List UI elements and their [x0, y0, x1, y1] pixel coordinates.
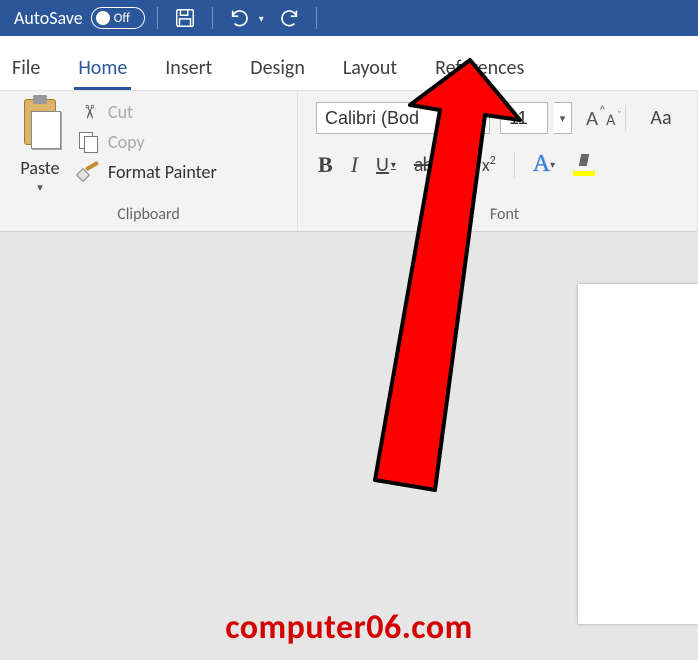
paste-icon	[17, 99, 63, 153]
autosave-state: Off	[114, 11, 130, 26]
ribbon-tabs: File Home Insert Design Layout Reference…	[0, 36, 698, 90]
text-effects-icon: A	[533, 151, 550, 178]
highlight-pen-icon	[577, 154, 591, 170]
font-name-combo[interactable]	[316, 102, 466, 134]
document-workspace	[0, 232, 698, 660]
clipboard-group-label: Clipboard	[12, 202, 285, 229]
title-bar: AutoSave Off ▾	[0, 0, 698, 36]
paste-dropdown-caret[interactable]: ▾	[37, 181, 43, 194]
cut-button[interactable]: ✂ Cut	[78, 101, 217, 123]
superscript-button[interactable]: x2	[482, 154, 496, 176]
watermark-text: computer06.com	[0, 607, 698, 648]
format-painter-label: Format Painter	[108, 161, 217, 183]
qat-divider	[316, 7, 317, 29]
tab-references[interactable]: References	[433, 52, 526, 90]
text-effects-button[interactable]: A ▾	[533, 151, 555, 178]
copy-button[interactable]: Copy	[78, 131, 217, 153]
group-clipboard: Paste ▾ ✂ Cut Copy Form	[0, 91, 298, 231]
tab-design[interactable]: Design	[248, 52, 307, 90]
copy-icon	[78, 132, 100, 152]
tab-file[interactable]: File	[10, 52, 42, 90]
toggle-knob	[96, 11, 110, 25]
copy-label: Copy	[108, 131, 145, 153]
text-effects-dropdown-caret[interactable]: ▾	[550, 158, 555, 171]
format-painter-button[interactable]: Format Painter	[78, 161, 217, 183]
group-font: ▾ ▾ A^ Aˇ Aa B I U ▾ ab x2 x2	[298, 91, 698, 231]
bold-button[interactable]: B	[318, 152, 333, 178]
shrink-font-button[interactable]: Aˇ	[606, 111, 615, 130]
font-size-dropdown-caret[interactable]: ▾	[554, 102, 572, 134]
qat-divider	[157, 7, 158, 29]
tab-insert[interactable]: Insert	[163, 52, 214, 90]
tab-layout[interactable]: Layout	[341, 52, 399, 90]
highlight-color-swatch	[573, 171, 595, 176]
scissors-icon: ✂	[79, 101, 99, 123]
font-name-dropdown-caret[interactable]: ▾	[472, 102, 490, 134]
subscript-button[interactable]: x2	[450, 152, 464, 178]
strikethrough-button[interactable]: ab	[414, 153, 432, 177]
font-size-combo[interactable]	[500, 102, 548, 134]
font-group-label: Font	[316, 202, 693, 229]
change-case-button[interactable]: Aa	[650, 106, 671, 130]
underline-label: U	[376, 153, 389, 177]
cut-label: Cut	[108, 101, 133, 123]
save-icon[interactable]	[170, 3, 200, 33]
underline-dropdown-caret[interactable]: ▾	[391, 158, 396, 171]
redo-icon[interactable]	[274, 3, 304, 33]
qat-divider	[212, 7, 213, 29]
italic-button[interactable]: I	[351, 152, 358, 178]
undo-dropdown-caret[interactable]: ▾	[259, 12, 264, 25]
format-painter-icon	[78, 162, 100, 182]
underline-button[interactable]: U ▾	[376, 153, 396, 177]
paste-button[interactable]: Paste ▾	[12, 99, 68, 194]
autosave-toggle[interactable]: Off	[91, 7, 145, 29]
undo-icon[interactable]	[225, 3, 255, 33]
ribbon: Paste ▾ ✂ Cut Copy Form	[0, 90, 698, 232]
grow-font-button[interactable]: A^	[586, 105, 598, 131]
tab-home[interactable]: Home	[76, 52, 129, 90]
document-page[interactable]	[578, 284, 698, 624]
highlight-button[interactable]	[573, 154, 595, 176]
autosave-label: AutoSave	[14, 7, 83, 29]
paste-label: Paste	[20, 157, 59, 179]
autosave-control[interactable]: AutoSave Off	[14, 7, 145, 29]
